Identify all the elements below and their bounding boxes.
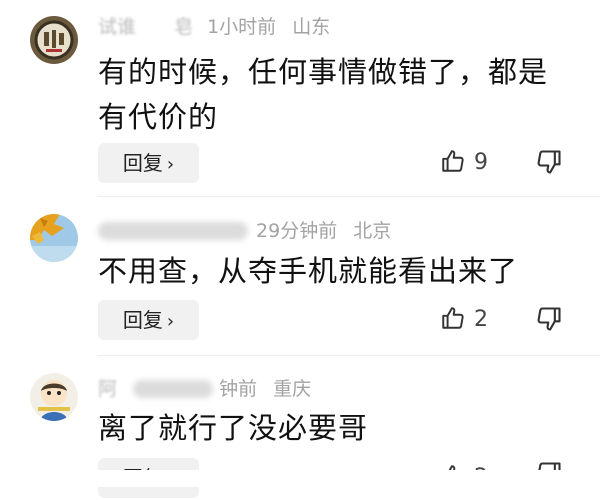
user-avatar[interactable] xyxy=(30,16,78,64)
divider xyxy=(98,196,600,197)
comment-time: 1小时前 xyxy=(207,16,277,38)
username[interactable]: 阿 xyxy=(98,378,117,400)
comment-text: 不用查，从夺手机就能看出来了 xyxy=(98,254,519,288)
reply-button[interactable]: 回复› xyxy=(98,300,199,340)
reply-button[interactable]: 回复› xyxy=(98,143,199,183)
username[interactable]: 试谁 皂 xyxy=(98,16,193,38)
like-count: 9 xyxy=(474,150,488,175)
dislike-button[interactable] xyxy=(535,148,565,178)
comment-text: 离了就行了没必要哥 xyxy=(98,411,369,445)
like-count: 2 xyxy=(474,307,488,332)
thumbs-up-icon xyxy=(442,150,464,172)
like-button[interactable]: 2 xyxy=(440,300,488,340)
comment-time: 29分钟前 xyxy=(256,220,338,242)
username-blurred[interactable] xyxy=(98,222,248,240)
like-button[interactable]: 9 xyxy=(440,143,488,183)
username-blurred xyxy=(133,380,214,398)
comment-meta: 试谁 皂 1小时前 山东 xyxy=(98,14,330,40)
thumbs-down-icon xyxy=(537,307,561,331)
comment-location: 山东 xyxy=(292,16,331,38)
comment-location: 重庆 xyxy=(273,378,312,400)
user-avatar[interactable] xyxy=(30,373,78,421)
chevron-right-icon: › xyxy=(166,311,175,332)
divider xyxy=(98,355,600,356)
reply-label: 回复 xyxy=(122,308,163,332)
comment-text: 有的时候，任何事情做错了，都是有代价的 xyxy=(98,55,549,134)
thumbs-up-icon xyxy=(442,307,464,329)
user-avatar[interactable] xyxy=(30,214,78,262)
scroll-cutoff xyxy=(0,470,600,487)
reply-label: 回复 xyxy=(122,151,163,175)
comment-meta: 29分钟前 北京 xyxy=(98,218,391,244)
comment-meta: 阿 钟前 重庆 xyxy=(98,376,311,402)
comment-location: 北京 xyxy=(353,220,392,242)
chevron-right-icon: › xyxy=(166,154,175,175)
thumbs-down-icon xyxy=(537,150,561,174)
dislike-button[interactable] xyxy=(535,305,565,335)
comment-time: 钟前 xyxy=(219,378,258,400)
